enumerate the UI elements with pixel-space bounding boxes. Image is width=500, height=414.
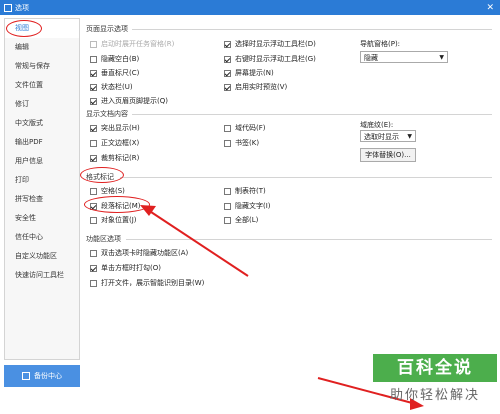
watermark-logo: 百科全说 助你轻松解决 [373,354,497,409]
watermark-bottom: 助你轻松解决 [389,388,480,403]
annotation-arrows [140,205,424,410]
annotation-arrow-line [147,209,249,277]
watermark-top: 百科全说 [373,354,497,382]
